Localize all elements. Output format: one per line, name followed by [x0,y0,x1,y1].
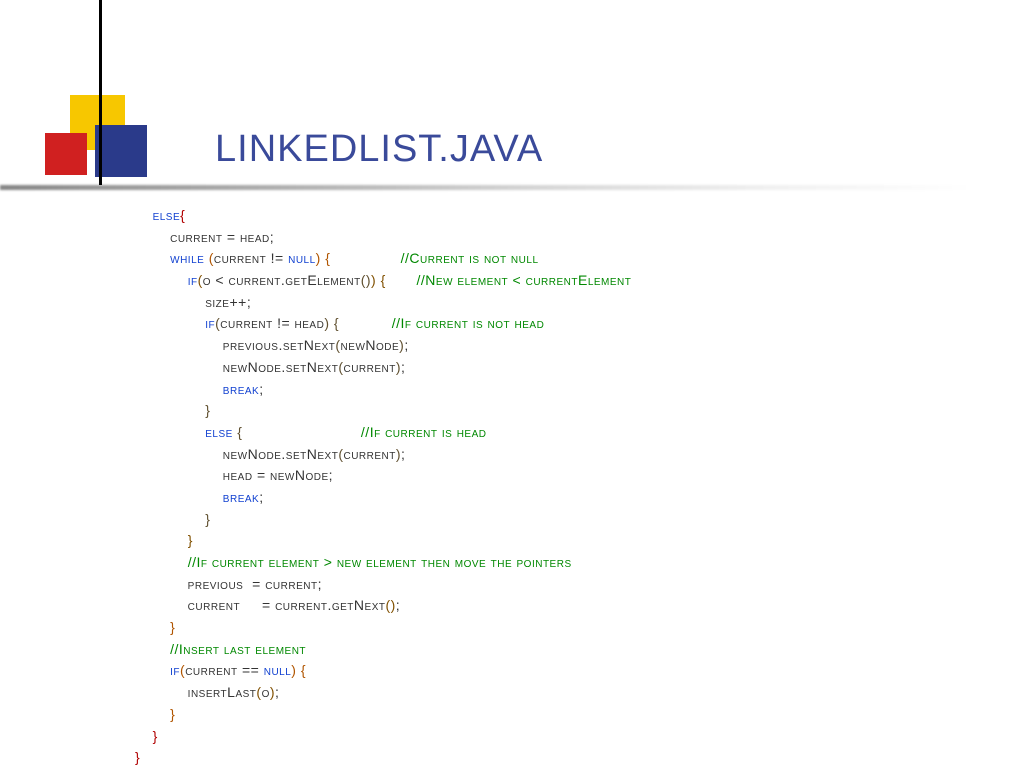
code-line: break; [135,379,631,401]
code-line: } [135,530,631,552]
code-line: break; [135,487,631,509]
code-line: while (current != null) { //Current is n… [135,248,631,270]
code-line: size++; [135,292,631,314]
code-line: newNode.setNext(current); [135,444,631,466]
code-line: if(o < current.getElement()) { //New ele… [135,270,631,292]
code-block: else{ current = head; while (current != … [135,205,631,769]
code-line: if(current != head) { //If current is no… [135,313,631,335]
code-line: } [135,400,631,422]
vertical-divider [99,0,102,185]
code-line: //Insert last element [135,639,631,661]
code-line: } [135,509,631,531]
code-line: current = head; [135,227,631,249]
code-line: else { //If current is head [135,422,631,444]
code-line: insertLast(o); [135,682,631,704]
code-line: } [135,726,631,748]
code-line: } [135,704,631,726]
code-line: current = current.getNext(); [135,595,631,617]
code-line: head = newNode; [135,465,631,487]
code-line: //If current element > new element then … [135,552,631,574]
slide-title: LINKEDLIST.JAVA [215,128,543,171]
code-line: newNode.setNext(current); [135,357,631,379]
code-line: else{ [135,205,631,227]
horizontal-shadow [0,185,1024,203]
code-line: previous.setNext(newNode); [135,335,631,357]
code-line: if(current == null) { [135,660,631,682]
red-square [45,133,87,175]
code-line: } [135,617,631,639]
code-line: } [135,747,631,769]
code-line: previous = current; [135,574,631,596]
blue-square [95,125,147,177]
